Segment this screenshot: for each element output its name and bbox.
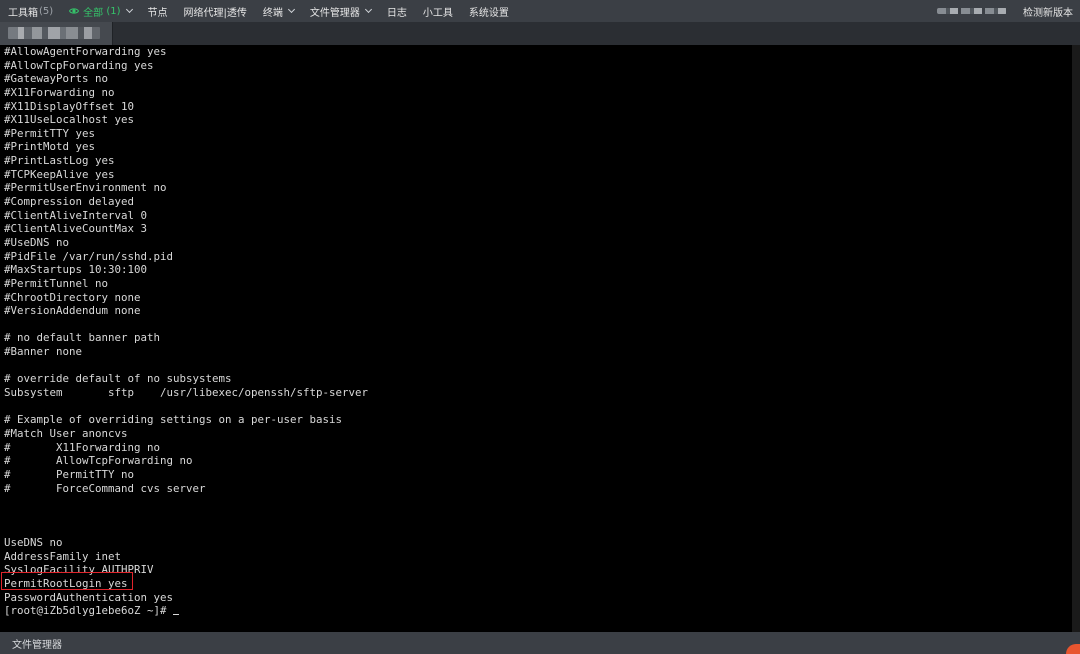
toolbox-menu[interactable]: 工具箱 (5): [0, 0, 61, 22]
network-proxy-menu[interactable]: 网络代理|透传: [176, 0, 255, 22]
logs-menu[interactable]: 日志: [379, 0, 415, 22]
toolbox-label: 工具箱: [8, 7, 38, 19]
all-count: (1): [106, 5, 121, 17]
tools-label: 小工具: [422, 7, 453, 19]
check-version-label: 检测新版本: [1023, 7, 1073, 19]
terminal-line: #MaxStartups 10:30:100: [4, 263, 148, 277]
terminal-prompt-line: [root@iZb5dlyg1ebe6oZ ~]#: [4, 604, 1072, 618]
terminal-output[interactable]: #AllowAgentForwarding yes #AllowTcpForwar…: [0, 45, 1072, 632]
bottom-file-manager-tab[interactable]: 文件管理器: [0, 636, 62, 651]
nodes-label: 节点: [147, 7, 168, 19]
terminal-line: #UseDNS no: [4, 235, 70, 249]
terminal-line: #AllowAgentForwarding yes: [4, 45, 167, 58]
terminal-line: #PermitUserEnvironment no: [4, 181, 167, 195]
terminal-line: #VersionAddendum none: [4, 304, 141, 318]
terminal-line: Subsystem sftp /usr/libexec/openssh/sftp…: [4, 386, 369, 400]
terminal-line: # no default banner path: [4, 331, 161, 345]
terminal-line: #ClientAliveInterval 0: [4, 208, 148, 222]
eye-icon: [69, 8, 80, 14]
bottom-bar: 文件管理器: [0, 632, 1080, 654]
terminal-line: PermitRootLogin yes: [4, 576, 128, 590]
top-menu-bar: 工具箱 (5) 全部 (1) 节点 网络代理|透传 终端 文件管理器 日志 小工具…: [0, 0, 1080, 22]
network-proxy-label: 网络代理|透传: [183, 7, 247, 19]
terminal-line: # ForceCommand cvs server: [4, 481, 206, 495]
redacted-user-info: [937, 8, 1007, 14]
terminal-line: SyslogFacility AUTHPRIV: [4, 563, 154, 577]
shell-prompt: [root@iZb5dlyg1ebe6oZ ~]#: [4, 604, 174, 618]
redacted-tab-title: [8, 27, 100, 39]
terminal-line: UseDNS no: [4, 536, 63, 550]
nodes-menu[interactable]: 节点: [140, 0, 176, 22]
terminal-line: # PermitTTY no: [4, 467, 135, 481]
terminal-line: #ClientAliveCountMax 3: [4, 222, 148, 236]
terminal-line: #PrintLastLog yes: [4, 154, 115, 168]
tools-menu[interactable]: 小工具: [415, 0, 461, 22]
terminal-menu[interactable]: 终端: [255, 0, 302, 22]
toolbox-count: (5): [39, 5, 54, 17]
terminal-text: #AllowAgentForwarding yes #AllowTcpForwar…: [0, 45, 1072, 618]
terminal-line: PasswordAuthentication yes: [4, 590, 174, 604]
terminal-line: #X11DisplayOffset 10: [4, 99, 135, 113]
session-tab-bar: [0, 22, 1080, 45]
terminal-line: #Compression delayed: [4, 195, 135, 209]
terminal-line: #X11Forwarding no: [4, 85, 115, 99]
highlight-box: [1, 572, 133, 590]
all-label: 全部: [83, 7, 104, 19]
chevron-down-icon: [287, 5, 295, 14]
terminal-line: # AllowTcpForwarding no: [4, 454, 193, 468]
terminal-line: #PermitTTY yes: [4, 126, 96, 140]
logs-label: 日志: [386, 7, 407, 19]
settings-label: 系统设置: [468, 7, 509, 19]
terminal-line: #GatewayPorts no: [4, 72, 109, 86]
terminal-line: #PrintMotd yes: [4, 140, 96, 154]
settings-menu[interactable]: 系统设置: [461, 0, 517, 22]
chevron-down-icon: [125, 5, 133, 14]
terminal-cursor: [173, 614, 180, 616]
terminal-line: #Banner none: [4, 345, 83, 359]
terminal-scrollbar[interactable]: [1072, 45, 1080, 632]
session-tab[interactable]: [0, 22, 113, 45]
app-logo-icon: [1066, 644, 1080, 654]
check-version-button[interactable]: 检测新版本: [1021, 0, 1080, 22]
all-filter-dropdown[interactable]: 全部 (1): [61, 0, 139, 22]
terminal-line: # Example of overriding settings on a pe…: [4, 413, 343, 427]
terminal-line: #PidFile /var/run/sshd.pid: [4, 249, 174, 263]
terminal-line: #Match User anoncvs: [4, 426, 128, 440]
terminal-line: #PermitTunnel no: [4, 276, 109, 290]
terminal-line: # X11Forwarding no: [4, 440, 161, 454]
terminal-line: #AllowTcpForwarding yes: [4, 58, 154, 72]
terminal-line: AddressFamily inet: [4, 549, 122, 563]
terminal-line: # override default of no subsystems: [4, 372, 232, 386]
chevron-down-icon: [364, 5, 372, 14]
file-manager-menu[interactable]: 文件管理器: [302, 0, 379, 22]
terminal-line: #TCPKeepAlive yes: [4, 167, 115, 181]
terminal-line: #ChrootDirectory none: [4, 290, 141, 304]
file-manager-label: 文件管理器: [309, 7, 360, 19]
terminal-line: #X11UseLocalhost yes: [4, 113, 135, 127]
terminal-label: 终端: [262, 7, 283, 19]
